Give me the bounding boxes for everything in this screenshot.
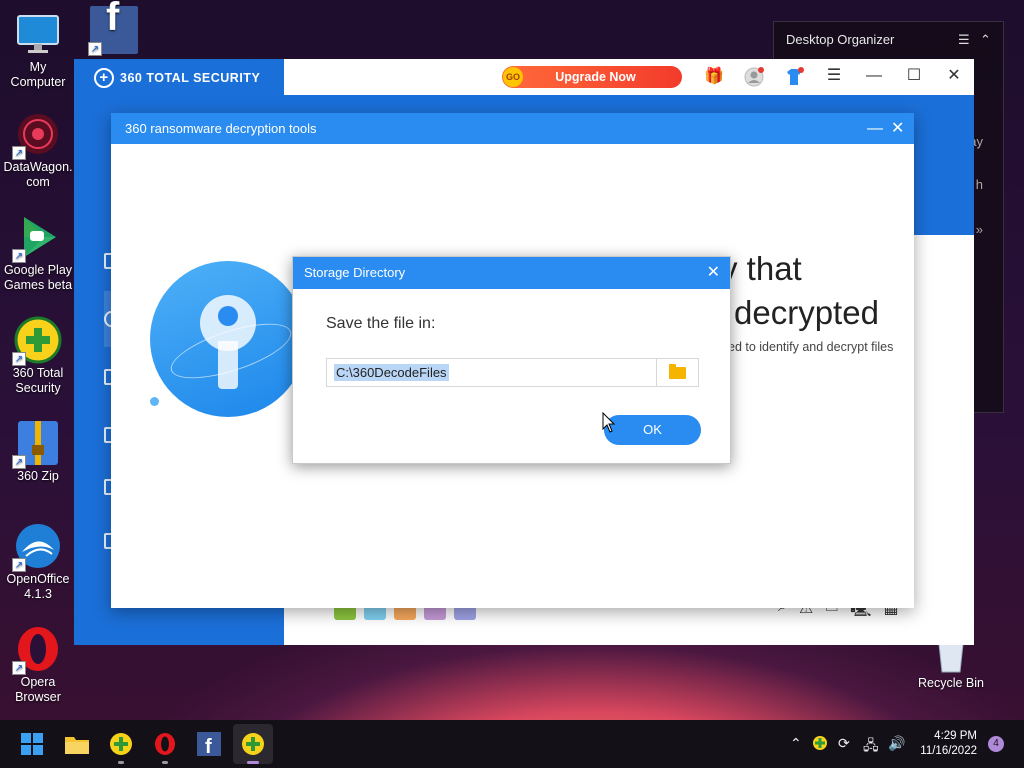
facebook-icon: f [197,732,221,756]
shortcut-arrow-icon: ↗ [12,352,26,366]
openoffice-icon: ↗ [12,522,62,572]
notification-badge[interactable]: 4 [988,736,1004,752]
file-explorer-button[interactable] [62,729,92,759]
menu-icon[interactable]: ☰ [958,32,970,48]
tshirt-skin-icon[interactable] [783,67,805,89]
ok-button[interactable]: OK [604,415,701,445]
desktop-icon-openoffice[interactable]: ↗ OpenOffice 4.1.3 [0,522,76,602]
clock-time: 4:29 PM [934,730,977,742]
chevron-up-icon[interactable]: ⌃ [980,32,991,48]
desktop-icon-my-computer[interactable]: My Computer [0,10,76,90]
desktop-icon-label: Google Play Games beta [3,263,73,292]
maximize-button[interactable]: ☐ [900,65,928,89]
heading-subtext: ed to identify and decrypt files [728,340,894,354]
sync-icon[interactable]: ⟳ [838,735,850,752]
google-play-games-icon: ↗ [12,213,62,263]
close-button[interactable]: ✕ [940,65,968,89]
user-avatar-icon[interactable] [743,67,765,89]
desktop-icon-recycle-bin[interactable]: Recycle Bin [912,640,990,691]
360-logo-icon: + [94,68,114,88]
upgrade-now-button[interactable]: GO Upgrade Now [502,66,682,88]
heading-line-2: decrypted [734,294,879,331]
facebook-icon: f ↗ [88,0,138,56]
360-tray-icon[interactable] [812,735,828,754]
tool-window-title: 360 ransomware decryption tools [125,121,317,136]
monitor-icon [14,10,62,58]
close-button[interactable]: ✕ [707,257,720,289]
browse-folder-button[interactable] [656,359,698,386]
storage-directory-dialog[interactable]: Storage Directory ✕ Save the file in: C:… [292,256,731,464]
key-shaft [218,341,238,389]
shortcut-arrow-icon: ↗ [88,42,102,56]
shortcut-arrow-icon: ↗ [12,661,26,675]
opera-icon: ↗ [12,625,62,675]
tool-window-titlebar: 360 ransomware decryption tools — ✕ [111,113,914,144]
decorative-dot [150,397,159,406]
desktop-icon-label: 360 Total Security [12,366,64,395]
desktop-icon-label: My Computer [10,60,66,89]
folder-icon [65,737,89,754]
organizer-title: Desktop Organizer [786,32,895,47]
volume-icon[interactable]: 🔊 [888,735,905,752]
360-security-active-button[interactable] [238,729,268,759]
desktop-icon-label: Opera Browser [15,675,61,704]
taskbar: f ⌃ ⟳ 🖧 🔊 4:29 PM 11/16/2022 4 [0,720,1024,768]
360-security-icon [110,733,132,755]
desktop-icon-label: OpenOffice 4.1.3 [6,572,70,601]
save-location-label: Save the file in: [326,315,436,332]
upgrade-label: Upgrade Now [555,70,636,84]
svg-text:f: f [205,736,212,756]
clock-date: 11/16/2022 [920,745,977,757]
key-illustration [150,261,306,417]
close-button[interactable]: ✕ [891,113,904,144]
chevron-up-icon[interactable]: ⌃ [790,735,802,752]
desktop-icon-360-total-security[interactable]: ↗ 360 Total Security [0,316,76,396]
menu-icon[interactable]: ☰ [820,65,848,89]
dialog-title: Storage Directory [304,265,406,280]
system-clock[interactable]: 4:29 PM 11/16/2022 [917,729,977,759]
dialog-titlebar: Storage Directory ✕ [293,257,730,289]
desktop-icon-label: 360 Zip [17,469,59,483]
360-zip-icon: ↗ [12,419,62,469]
minimize-button[interactable]: — [867,113,883,144]
windows-icon [21,733,43,755]
opera-taskbar-button[interactable] [150,729,180,759]
organizer-text-fragment: h [975,177,983,192]
360-security-taskbar-button[interactable] [106,729,136,759]
shortcut-arrow-icon: ↗ [12,558,26,572]
opera-icon [155,733,175,755]
facebook-taskbar-button[interactable]: f [194,729,224,759]
start-button[interactable] [17,729,47,759]
datawagon-icon: ↗ [12,110,62,160]
brand-name: 360 TOTAL SECURITY [120,71,261,85]
shortcut-arrow-icon: ↗ [12,455,26,469]
gift-icon[interactable]: 🎁 [703,67,725,89]
recycle-bin-icon [927,640,975,674]
desktop-icon-label: DataWagon. com [3,160,73,189]
360-security-icon: ↗ [12,316,62,366]
desktop-icon-facebook[interactable]: f ↗ [76,0,152,56]
app-brand: + 360 TOTAL SECURITY [94,68,260,88]
folder-icon [669,363,686,379]
desktop-icon-google-play-games[interactable]: ↗ Google Play Games beta [0,213,76,293]
path-field[interactable]: C:\360DecodeFiles [326,358,699,387]
desktop-icon-datawagon[interactable]: ↗ DataWagon. com [0,110,76,190]
shortcut-arrow-icon: ↗ [12,249,26,263]
desktop-icon-opera[interactable]: ↗ Opera Browser [0,625,76,705]
heading-line-1: y that [721,250,802,287]
network-icon[interactable]: 🖧 [863,735,879,759]
desktop-icon-label: Recycle Bin [918,676,984,690]
shortcut-arrow-icon: ↗ [12,146,26,160]
path-input[interactable]: C:\360DecodeFiles [334,364,449,381]
desktop-icon-360-zip[interactable]: ↗ 360 Zip [0,419,76,484]
go-badge: GO [503,67,523,87]
minimize-button[interactable]: — [860,65,888,89]
360-security-icon [242,733,264,755]
chevron-right-icon[interactable]: » [976,222,983,237]
